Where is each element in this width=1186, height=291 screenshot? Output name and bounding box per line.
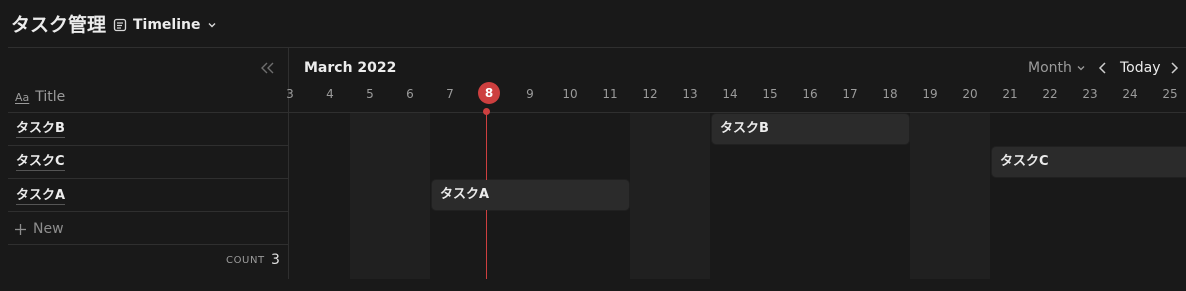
day-label: 24 <box>1122 87 1138 101</box>
today-button[interactable]: Today <box>1120 60 1161 76</box>
day-label: 3 <box>286 87 294 101</box>
row-divider <box>8 211 288 212</box>
view-switcher-label: Timeline <box>133 17 201 33</box>
count-value: 3 <box>271 252 280 268</box>
panel-divider <box>288 47 289 279</box>
day-label: 7 <box>446 87 454 101</box>
row-divider <box>8 244 288 245</box>
table-row[interactable]: タスクC <box>16 154 65 171</box>
day-label: 25 <box>1162 87 1178 101</box>
day-label: 12 <box>642 87 658 101</box>
view-switcher[interactable]: Timeline <box>113 14 217 36</box>
day-label: 6 <box>406 87 414 101</box>
day-label: 19 <box>922 87 938 101</box>
chevron-right-icon[interactable] <box>1168 61 1180 75</box>
day-label: 22 <box>1042 87 1058 101</box>
day-label: 20 <box>962 87 978 101</box>
timeline-bar[interactable]: タスクC <box>992 147 1186 177</box>
new-row-label: New <box>33 221 64 237</box>
header-bottom-divider <box>8 112 1186 113</box>
timeline-bar[interactable]: タスクB <box>712 114 909 144</box>
day-label: 15 <box>762 87 778 101</box>
day-label: 14 <box>722 87 738 101</box>
day-label: 21 <box>1002 87 1018 101</box>
row-title: タスクC <box>16 154 65 171</box>
timeline-scale-label: Month <box>1028 60 1072 76</box>
table-row[interactable]: タスクB <box>16 121 65 138</box>
timeline-bar[interactable]: タスクA <box>432 180 629 210</box>
day-label: 16 <box>802 87 818 101</box>
today-dot <box>483 108 490 115</box>
title-column-header[interactable]: Aa Title <box>15 88 65 106</box>
chevron-down-icon <box>1077 66 1085 71</box>
title-column-label: Title <box>35 89 66 105</box>
day-label: 5 <box>366 87 374 101</box>
row-title: タスクB <box>16 121 65 138</box>
day-label: 17 <box>842 87 858 101</box>
row-divider <box>8 145 288 146</box>
text-property-icon: Aa <box>15 90 30 104</box>
day-label: 9 <box>526 87 534 101</box>
count-label: COUNT <box>226 255 265 266</box>
timeline-scale-select[interactable]: Month <box>1028 60 1086 76</box>
day-label: 13 <box>682 87 698 101</box>
weekend-shade <box>910 113 990 279</box>
day-label: 18 <box>882 87 898 101</box>
chevron-left-icon[interactable] <box>1097 61 1109 75</box>
chevron-down-icon <box>208 23 215 28</box>
header-divider <box>8 47 1186 48</box>
day-label: 10 <box>562 87 578 101</box>
collapse-table-icon[interactable] <box>258 60 276 76</box>
day-label: 23 <box>1082 87 1098 101</box>
new-row-button[interactable]: New <box>14 221 64 237</box>
weekend-shade <box>350 113 430 279</box>
month-label: March 2022 <box>304 60 397 76</box>
row-divider <box>8 178 288 179</box>
plus-icon <box>15 223 26 235</box>
today-marker: 8 <box>478 82 500 104</box>
page-title: タスク管理 <box>11 14 107 36</box>
day-label: 4 <box>326 87 334 101</box>
weekend-shade <box>630 113 710 279</box>
document-list-icon <box>113 18 127 32</box>
row-title: タスクA <box>16 188 66 205</box>
table-row[interactable]: タスクA <box>16 188 66 205</box>
day-label: 11 <box>602 87 618 101</box>
